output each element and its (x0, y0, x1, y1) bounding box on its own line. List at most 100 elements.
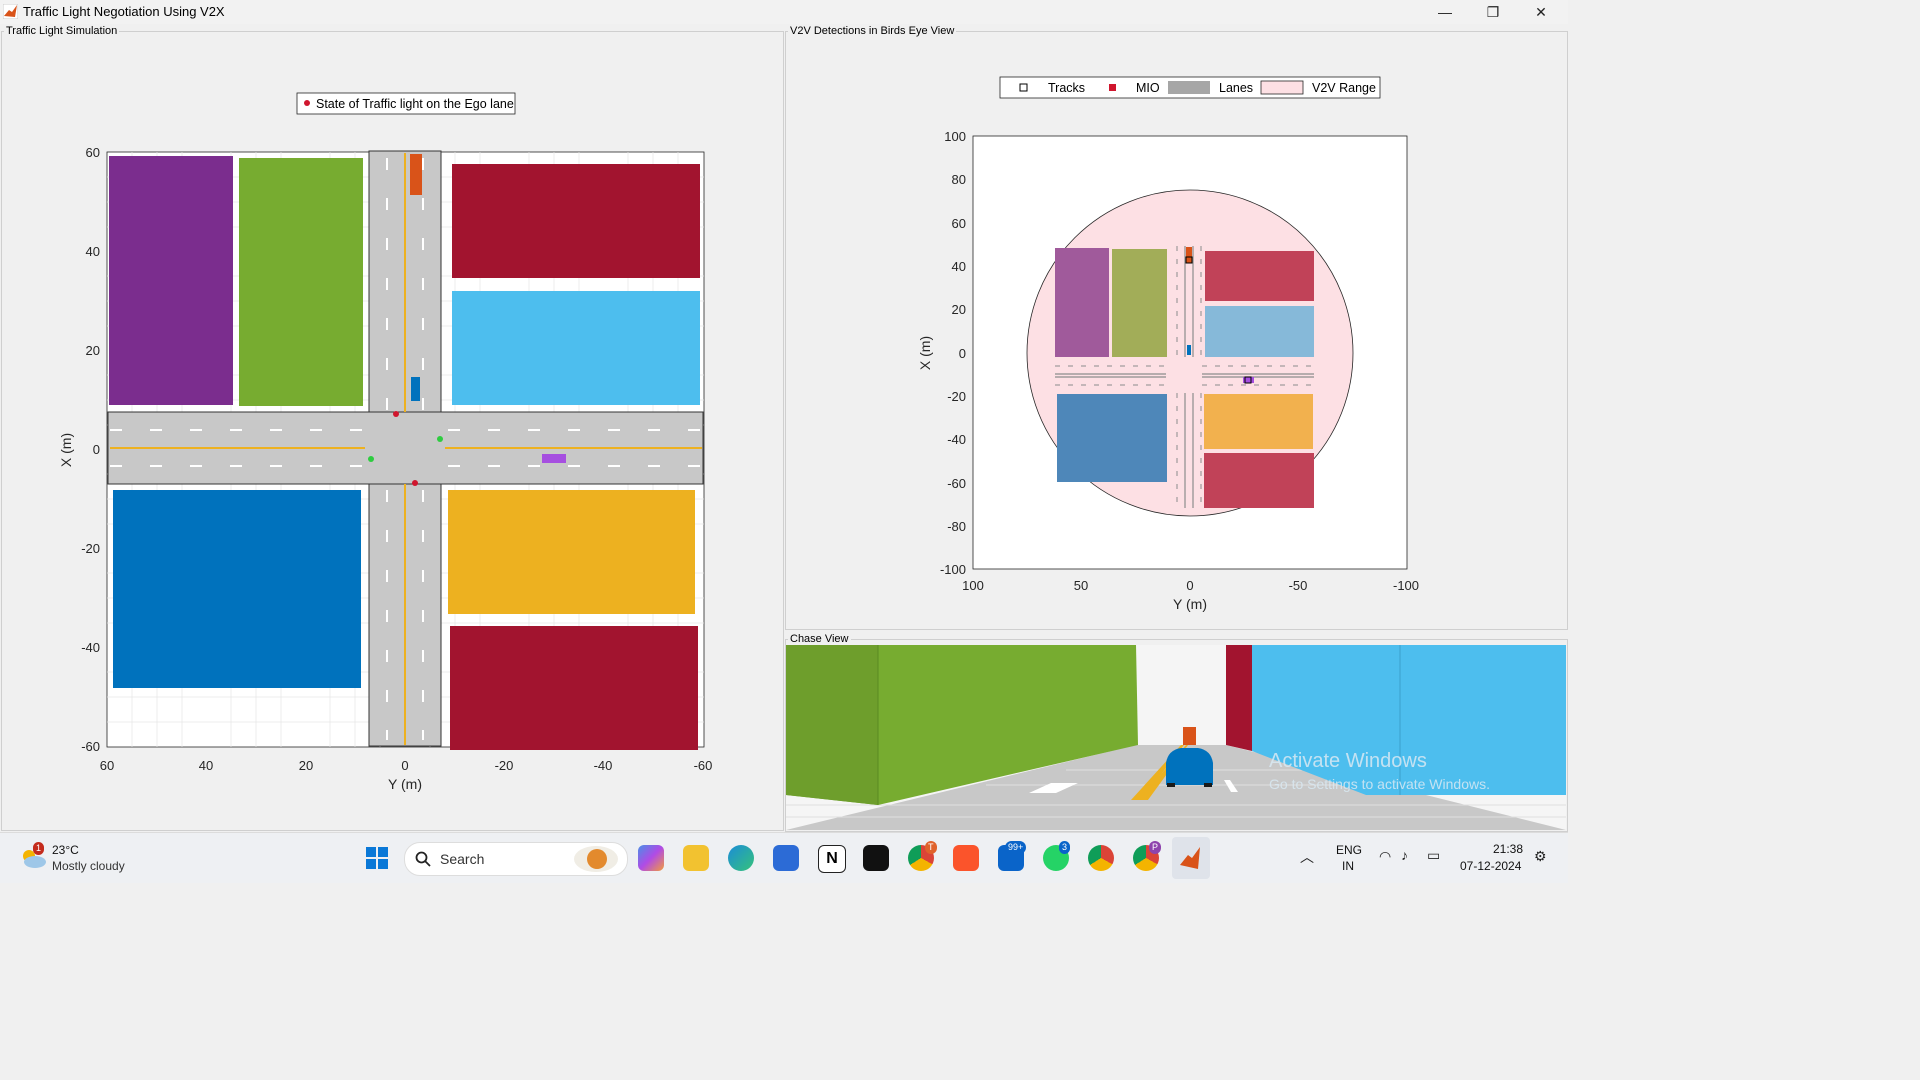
chase-panel-label: Chase View (788, 633, 851, 645)
sim-plot[interactable]: 60 40 20 0 -20 -40 -60 60 40 20 0 -20 -4… (0, 40, 782, 830)
bev-yticks: 100 80 60 40 20 0 -20 -40 -60 -80 -100 (940, 129, 966, 577)
legend-tracks-marker (1019, 83, 1028, 92)
matlab-icon (3, 4, 18, 19)
windows-start-icon[interactable] (364, 845, 390, 871)
minimize-button[interactable]: — (1422, 0, 1468, 24)
bev-ytick: -20 (947, 389, 966, 404)
bev-ytick: 20 (952, 302, 966, 317)
edge-icon[interactable] (728, 845, 754, 871)
intersection (369, 413, 441, 483)
outlook-badge: 99+ (1005, 841, 1027, 854)
sim-xtick: 60 (100, 758, 114, 773)
sim-panel-label: Traffic Light Simulation (4, 25, 120, 37)
chrome-icon[interactable] (1088, 845, 1114, 871)
sim-ytick: -40 (81, 640, 100, 655)
chase-view: Activate Windows Go to Settings to activ… (786, 645, 1566, 830)
bev-building-blue (1057, 394, 1167, 482)
bev-xticks: 100 50 0 -50 -100 (962, 578, 1419, 593)
legend-mio: MIO (1136, 81, 1160, 95)
language-label[interactable]: ENG (1336, 843, 1362, 857)
bev-ytick: 60 (952, 216, 966, 231)
brave-icon[interactable] (953, 845, 979, 871)
chrome-profile-badge: P (1149, 841, 1162, 854)
building-blue (113, 490, 361, 688)
window-title: Traffic Light Negotiation Using V2X (23, 4, 225, 19)
building-green (239, 158, 363, 406)
vehicle-orange (410, 154, 422, 195)
legend-lanes-swatch (1168, 81, 1210, 94)
search-icon (415, 851, 431, 867)
notion-icon[interactable]: N (818, 845, 846, 873)
sim-xtick: 40 (199, 758, 213, 773)
sim-xlabel: Y (m) (388, 776, 422, 792)
terminal-icon[interactable] (863, 845, 889, 871)
matlab-taskbar-icon[interactable] (1178, 845, 1204, 871)
bev-xtick: 50 (1074, 578, 1088, 593)
chrome-profile-badge: T (925, 841, 937, 854)
sim-legend-label: State of Traffic light on the Ego lane (316, 97, 514, 111)
bev-panel-label: V2V Detections in Birds Eye View (788, 25, 957, 37)
building-yellow (448, 490, 695, 614)
bev-building-green (1112, 249, 1167, 357)
sim-xtick: -20 (495, 758, 514, 773)
sim-ytick: 40 (86, 244, 100, 259)
chase-vehicle-orange (1183, 727, 1196, 745)
activate-windows-watermark: Activate Windows (1269, 750, 1427, 772)
search-highlight-icon (574, 846, 618, 872)
sim-xtick: -60 (694, 758, 713, 773)
bev-building-red-top (1205, 251, 1314, 301)
sim-xticks: 60 40 20 0 -20 -40 -60 (100, 758, 713, 773)
clock-time[interactable]: 21:38 (1493, 842, 1523, 856)
weather-badge: 1 (33, 842, 45, 855)
copilot-icon[interactable] (638, 845, 664, 871)
bev-ytick: -100 (940, 562, 966, 577)
building-purple (109, 156, 233, 405)
bev-building-purple (1055, 248, 1109, 357)
sim-xtick: -40 (594, 758, 613, 773)
bev-building-yellow (1204, 394, 1313, 449)
bev-building-red-bottom (1204, 453, 1314, 508)
sim-yticks: 60 40 20 0 -20 -40 -60 (81, 145, 100, 754)
sim-ytick: 60 (86, 145, 100, 160)
volume-icon[interactable]: ♪ (1401, 847, 1408, 863)
bev-plot[interactable]: 100 80 60 40 20 0 -20 -40 -60 -80 -100 1… (786, 40, 1566, 628)
chase-ego-vehicle (1166, 748, 1213, 785)
bev-ego-vehicle (1187, 345, 1191, 355)
bev-xtick: 100 (962, 578, 984, 593)
clock-date[interactable]: 07-12-2024 (1460, 859, 1521, 873)
traffic-light-west (368, 456, 374, 462)
traffic-light-east (437, 436, 443, 442)
building-cyan (452, 291, 700, 405)
sim-ytick: 20 (86, 343, 100, 358)
region-label[interactable]: IN (1342, 859, 1354, 873)
microsoft-store-icon[interactable] (773, 845, 799, 871)
bev-ytick: 80 (952, 172, 966, 187)
taskbar: 1 23°C Mostly cloudy Search N T 99+ 3 P … (0, 832, 1568, 883)
sim-ylabel: X (m) (58, 433, 74, 467)
bev-ytick: -40 (947, 432, 966, 447)
bev-ytick: -60 (947, 476, 966, 491)
restore-button[interactable]: ❐ (1470, 0, 1516, 24)
bev-xtick: -50 (1289, 578, 1308, 593)
legend-lanes: Lanes (1219, 81, 1253, 95)
legend-traffic-light-marker (304, 100, 310, 106)
bev-building-cyan (1205, 306, 1314, 357)
bev-xlabel: Y (m) (1173, 596, 1207, 612)
file-explorer-icon[interactable] (683, 845, 709, 871)
search-label: Search (440, 851, 485, 867)
bev-ytick: -80 (947, 519, 966, 534)
bev-ytick: 40 (952, 259, 966, 274)
notification-bell-icon[interactable]: ⚙ (1534, 848, 1547, 865)
sim-ytick: 0 (93, 442, 100, 457)
wifi-icon[interactable]: ◠ (1379, 848, 1391, 865)
battery-icon[interactable]: ▭ (1427, 847, 1440, 864)
bev-xtick: -100 (1393, 578, 1419, 593)
bev-ytick: 100 (944, 129, 966, 144)
traffic-light-south (412, 480, 418, 486)
bev-xtick: 0 (1186, 578, 1193, 593)
close-button[interactable]: ✕ (1518, 0, 1564, 24)
taskbar-search[interactable]: Search (404, 842, 628, 876)
sim-xtick: 20 (299, 758, 313, 773)
bev-ytick: 0 (959, 346, 966, 361)
chevron-up-icon[interactable]: ︿ (1300, 847, 1314, 867)
